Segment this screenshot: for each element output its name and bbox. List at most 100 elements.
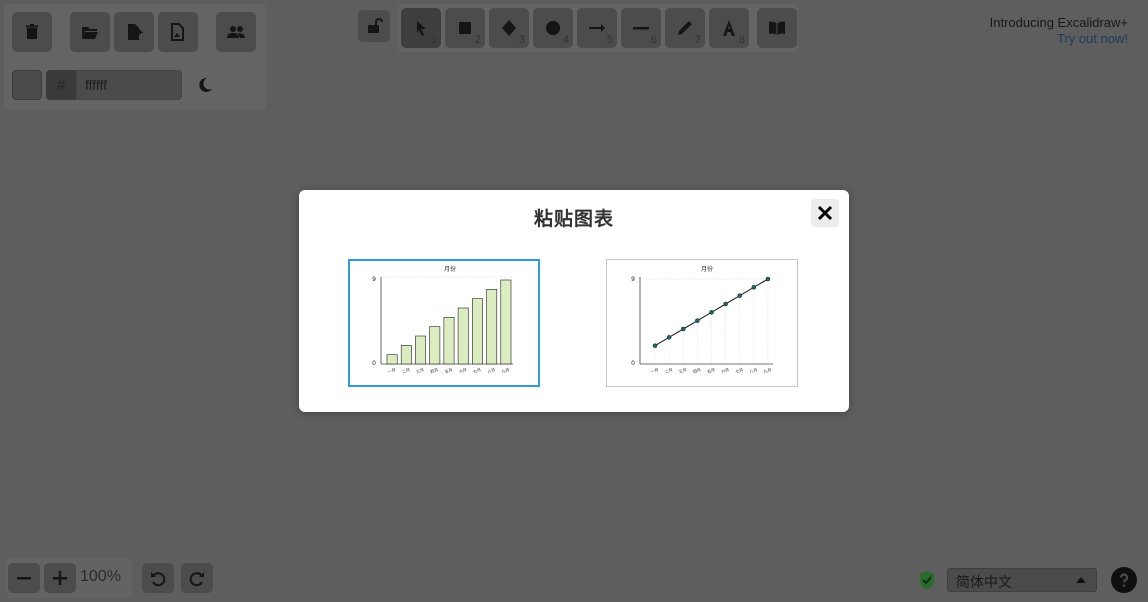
undo-button[interactable] — [142, 563, 174, 593]
moon-icon — [199, 77, 212, 92]
save-file-button[interactable] — [114, 12, 154, 52]
x-tick-label: 四月 — [692, 367, 701, 374]
folder-open-icon — [82, 27, 98, 39]
library-button[interactable] — [757, 8, 797, 48]
tool-shortcut: 7 — [694, 34, 701, 46]
tool-draw[interactable]: 7 — [665, 8, 705, 48]
x-tick-label: 七月 — [472, 366, 482, 374]
line-icon — [633, 27, 649, 30]
promo-link[interactable]: Try out now! — [990, 31, 1128, 47]
x-tick-label: 一月 — [387, 367, 396, 374]
x-tick-label: 三月 — [678, 367, 687, 374]
x-tick-label: 一月 — [650, 367, 659, 374]
dark-mode-toggle[interactable] — [192, 72, 218, 98]
users-icon — [227, 26, 245, 38]
bar — [415, 335, 426, 365]
arrow-right-icon — [589, 24, 605, 32]
close-button[interactable] — [811, 199, 839, 227]
language-select[interactable]: 简体中文 — [947, 568, 1097, 592]
tool-shortcut: 8 — [738, 34, 745, 46]
tool-shortcut: 4 — [562, 34, 569, 46]
bar-chart: 月份 9 0 一月 二月 三月 四月 五月 六月 七月 八月 九月 — [372, 265, 513, 374]
tool-ellipse[interactable]: 4 — [533, 8, 573, 48]
bar — [386, 354, 398, 365]
bar — [457, 307, 469, 365]
background-color-input[interactable]: ffffff — [76, 70, 182, 100]
zoom-in-button[interactable] — [44, 563, 76, 593]
tool-text[interactable]: 8 — [709, 8, 749, 48]
language-value: 简体中文 — [956, 574, 1012, 590]
diamond-icon — [502, 20, 516, 36]
promo-title: Introducing Excalidraw+ — [989, 15, 1128, 30]
question-icon — [1119, 573, 1129, 587]
redo-button[interactable] — [181, 563, 213, 593]
redo-icon — [189, 572, 204, 587]
data-point — [737, 293, 742, 298]
x-tick-label: 二月 — [401, 367, 410, 374]
data-point — [765, 276, 771, 282]
clear-canvas-button[interactable] — [12, 12, 52, 52]
help-button[interactable] — [1111, 567, 1137, 593]
close-icon — [817, 205, 833, 221]
tool-arrow[interactable]: 5 — [577, 8, 617, 48]
open-file-button[interactable] — [70, 12, 110, 52]
background-color-swatch[interactable] — [12, 70, 42, 100]
pencil-icon — [678, 21, 692, 35]
bar — [443, 317, 455, 365]
bar — [500, 279, 512, 365]
line-chart: 月份 9 0 一月 二月 三月 四月 五月 六月 七月 八月 九月 — [631, 265, 773, 374]
x-tick-label: 四月 — [430, 367, 439, 374]
zoom-out-button[interactable] — [8, 563, 40, 593]
tool-shortcut: 6 — [650, 34, 657, 46]
y-tick-min: 0 — [631, 360, 635, 367]
plus-icon — [53, 571, 67, 585]
x-tick-label: 七月 — [734, 366, 744, 374]
circle-icon — [546, 21, 560, 35]
lock-tool-button[interactable] — [358, 10, 390, 42]
line-chart-option[interactable]: 月份 9 0 一月 二月 三月 四月 五月 六月 七月 八月 九月 — [606, 259, 798, 387]
tool-selection[interactable]: 1 — [401, 8, 441, 48]
text-icon — [723, 20, 735, 36]
x-tick-label: 八月 — [487, 367, 496, 374]
trash-icon — [26, 24, 38, 39]
undo-icon — [151, 572, 166, 587]
data-point — [751, 285, 757, 290]
export-image-button[interactable] — [158, 12, 198, 52]
bar — [472, 298, 483, 365]
data-point — [709, 310, 714, 315]
tool-line[interactable]: 6 — [621, 8, 661, 48]
unlock-icon — [368, 18, 383, 33]
x-tick-label: 三月 — [415, 367, 424, 374]
tool-shortcut: 1 — [430, 34, 437, 46]
paste-chart-dialog: 粘贴图表 月份 9 0 一月 二月 三月 四月 五月 六月 七月 八月 九月 月份 9 0 一月… — [299, 190, 849, 412]
y-tick-min: 0 — [372, 360, 376, 367]
chart-title: 月份 — [701, 265, 713, 273]
x-tick-label: 六月 — [458, 366, 468, 374]
data-point — [695, 318, 700, 323]
file-export-icon — [128, 24, 143, 40]
y-tick-max: 9 — [631, 276, 635, 283]
promo-banner: Introducing Excalidraw+ Try out now! — [990, 15, 1128, 47]
bar — [400, 345, 412, 365]
shield-check-icon — [920, 571, 934, 589]
bar — [486, 289, 498, 365]
hex-hash-label: # — [46, 70, 76, 100]
encryption-indicator[interactable] — [918, 570, 938, 590]
bar — [429, 326, 441, 365]
square-icon — [459, 22, 471, 34]
data-point — [666, 335, 672, 340]
tool-shortcut: 5 — [606, 34, 613, 46]
x-tick-label: 六月 — [720, 366, 730, 374]
dialog-title: 粘贴图表 — [533, 209, 614, 230]
live-collaboration-button[interactable] — [216, 12, 256, 52]
file-image-icon — [171, 23, 184, 41]
tool-rectangle[interactable]: 2 — [445, 8, 485, 48]
tool-diamond[interactable]: 3 — [489, 8, 529, 48]
zoom-level[interactable]: 100% — [80, 568, 121, 586]
x-tick-label: 二月 — [664, 367, 673, 374]
book-open-icon — [769, 21, 785, 35]
tool-shortcut: 3 — [518, 34, 525, 46]
x-tick-label: 九月 — [500, 366, 510, 374]
x-tick-label: 五月 — [444, 367, 453, 374]
bar-chart-option[interactable]: 月份 9 0 一月 二月 三月 四月 五月 六月 七月 八月 九月 — [348, 259, 540, 387]
